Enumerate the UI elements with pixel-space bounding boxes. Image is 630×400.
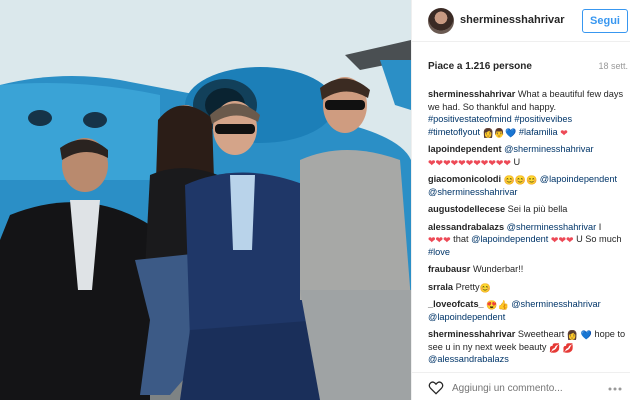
mention-link[interactable]: @lapoindependent [428, 312, 505, 322]
likes-row: Piace a 1.216 persone 18 sett. [428, 61, 628, 75]
comment-author[interactable]: augustodellecese [428, 204, 505, 214]
comment-text: Sei la più bella [505, 204, 568, 214]
comment-author[interactable]: sherminesshahrivar [428, 329, 515, 339]
emoji: 😊😊😊 [503, 175, 538, 185]
emoji: ❤❤❤ [428, 235, 451, 245]
emoji: 👩👨 [482, 127, 506, 138]
post-photo[interactable] [0, 0, 411, 400]
emoji: 💋 [562, 342, 575, 353]
emoji: 💋 [549, 342, 561, 353]
emoji: 💙 [580, 330, 592, 340]
photo-illustration [0, 0, 411, 400]
heart-outline-icon[interactable] [428, 381, 444, 395]
comment-author[interactable]: srrala [428, 282, 453, 292]
mention-link[interactable]: @alessandrabalazs [428, 354, 509, 364]
likes-count[interactable]: Piace a 1.216 persone [428, 61, 532, 72]
follow-button[interactable]: Segui [582, 9, 628, 33]
comment-text: Pretty [453, 281, 480, 292]
mention-link[interactable]: @lapoindependent [540, 174, 617, 184]
emoji: 💙 [505, 127, 517, 138]
comment-author[interactable]: fraubausr [428, 264, 470, 274]
emoji: 😊 [479, 282, 491, 293]
emoji: 😍👍 [486, 300, 509, 310]
comments-list: sherminesshahrivar What a beautiful few … [428, 88, 626, 371]
comment-text: Sweetheart [515, 329, 567, 339]
comment-item: augustodellecese Sei la più bella [428, 203, 626, 216]
post-sidebar: sherminesshahrivar Segui Piace a 1.216 p… [411, 0, 630, 400]
comment-author[interactable]: _loveofcats_ [428, 299, 484, 309]
hashtag-link[interactable]: #lafamilia [519, 127, 558, 137]
comment-item: alessandrabalazs @sherminesshahrivar I ❤… [428, 221, 626, 259]
comment-author[interactable]: lapoindependent [428, 144, 502, 154]
comment-item: _loveofcats_ 😍👍 @sherminesshahrivar @lap… [428, 298, 626, 323]
mention-link[interactable]: @sherminesshahrivar [511, 299, 601, 309]
comment-text: Wunderbar!! [470, 264, 524, 274]
comment-item: lapoindependent @sherminesshahrivar ❤❤❤❤… [428, 143, 626, 168]
avatar[interactable] [428, 8, 454, 34]
mention-link[interactable]: @sherminesshahrivar [428, 187, 518, 197]
mention-link[interactable]: @sherminesshahrivar [507, 222, 597, 232]
hashtag-link[interactable]: #love [428, 247, 450, 257]
comment-author[interactable]: sherminesshahrivar [428, 89, 515, 99]
comment-item: giacomonicolodi 😊😊😊 @lapoindependent @sh… [428, 173, 626, 198]
more-options-icon[interactable] [608, 387, 622, 391]
emoji: ❤ [560, 127, 568, 138]
hashtag-link[interactable]: #timetoflyout [428, 127, 480, 137]
comment-item: sherminesshahrivar Sweetheart 👩 💙 hope t… [428, 328, 626, 366]
post-header: sherminesshahrivar Segui [412, 0, 630, 42]
post-timestamp[interactable]: 18 sett. [598, 61, 628, 71]
comment-item: fraubausr Wunderbar!! [428, 263, 626, 276]
comment-input[interactable] [452, 381, 602, 395]
comment-bar [412, 372, 630, 400]
emoji: ❤❤❤❤❤❤❤❤❤❤❤ [428, 157, 511, 168]
comment-text: U So much [573, 234, 622, 244]
comment-author[interactable]: giacomonicolodi [428, 174, 501, 184]
comment-author[interactable]: alessandrabalazs [428, 222, 504, 232]
comment-text: I [596, 221, 602, 232]
comment-item: sherminesshahrivar What a beautiful few … [428, 88, 626, 138]
emoji: 👩 [566, 330, 579, 340]
post-username[interactable]: sherminesshahrivar [460, 14, 565, 26]
comment-item: srrala Pretty😊 [428, 281, 626, 294]
hashtag-link[interactable]: #positivevibes [514, 114, 572, 124]
mention-link[interactable]: @lapoindependent [471, 234, 548, 244]
mention-link[interactable]: @sherminesshahrivar [504, 144, 594, 154]
emoji: ❤❤❤ [550, 235, 574, 245]
comment-text: that [450, 234, 472, 244]
comment-text: U [510, 156, 521, 167]
hashtag-link[interactable]: #positivestateofmind [428, 114, 512, 124]
